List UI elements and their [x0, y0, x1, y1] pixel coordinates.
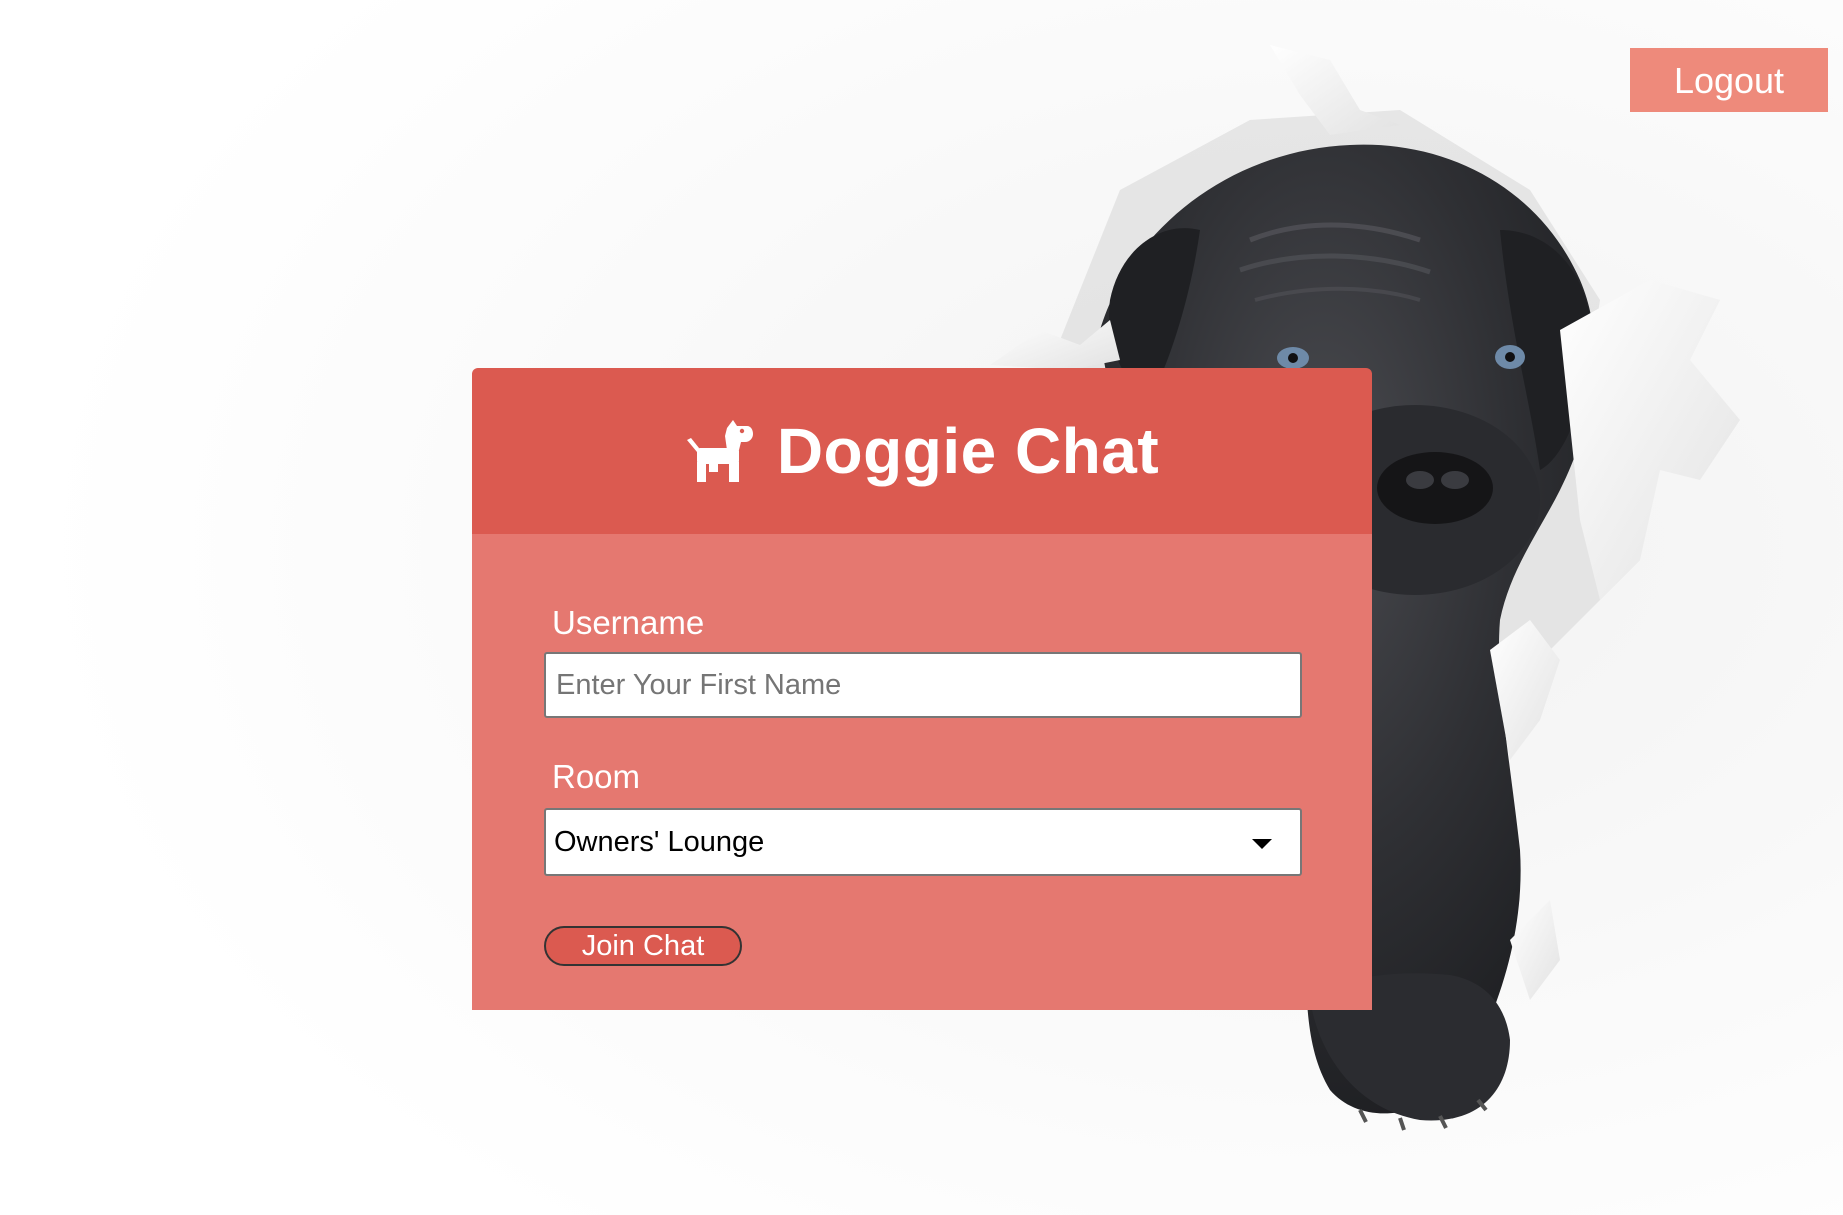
room-label: Room [552, 758, 641, 795]
card-body: Username Room Owners' Lounge Join Chat [472, 534, 1372, 1010]
join-chat-button[interactable]: Join Chat [544, 926, 742, 966]
page: Logout Doggie Chat Username Room [0, 0, 1843, 1215]
join-chat-card: Doggie Chat Username Room Owners' Lounge… [472, 368, 1372, 1010]
logout-button[interactable]: Logout [1630, 48, 1828, 112]
chevron-down-icon [1252, 839, 1272, 849]
dog-icon [686, 420, 753, 482]
username-label: Username [552, 604, 705, 641]
username-input[interactable] [544, 652, 1302, 718]
app-title: Doggie Chat [776, 415, 1160, 487]
card-header: Doggie Chat [472, 368, 1372, 534]
room-select[interactable]: Owners' Lounge [544, 808, 1302, 876]
room-select-value: Owners' Lounge [554, 826, 765, 858]
